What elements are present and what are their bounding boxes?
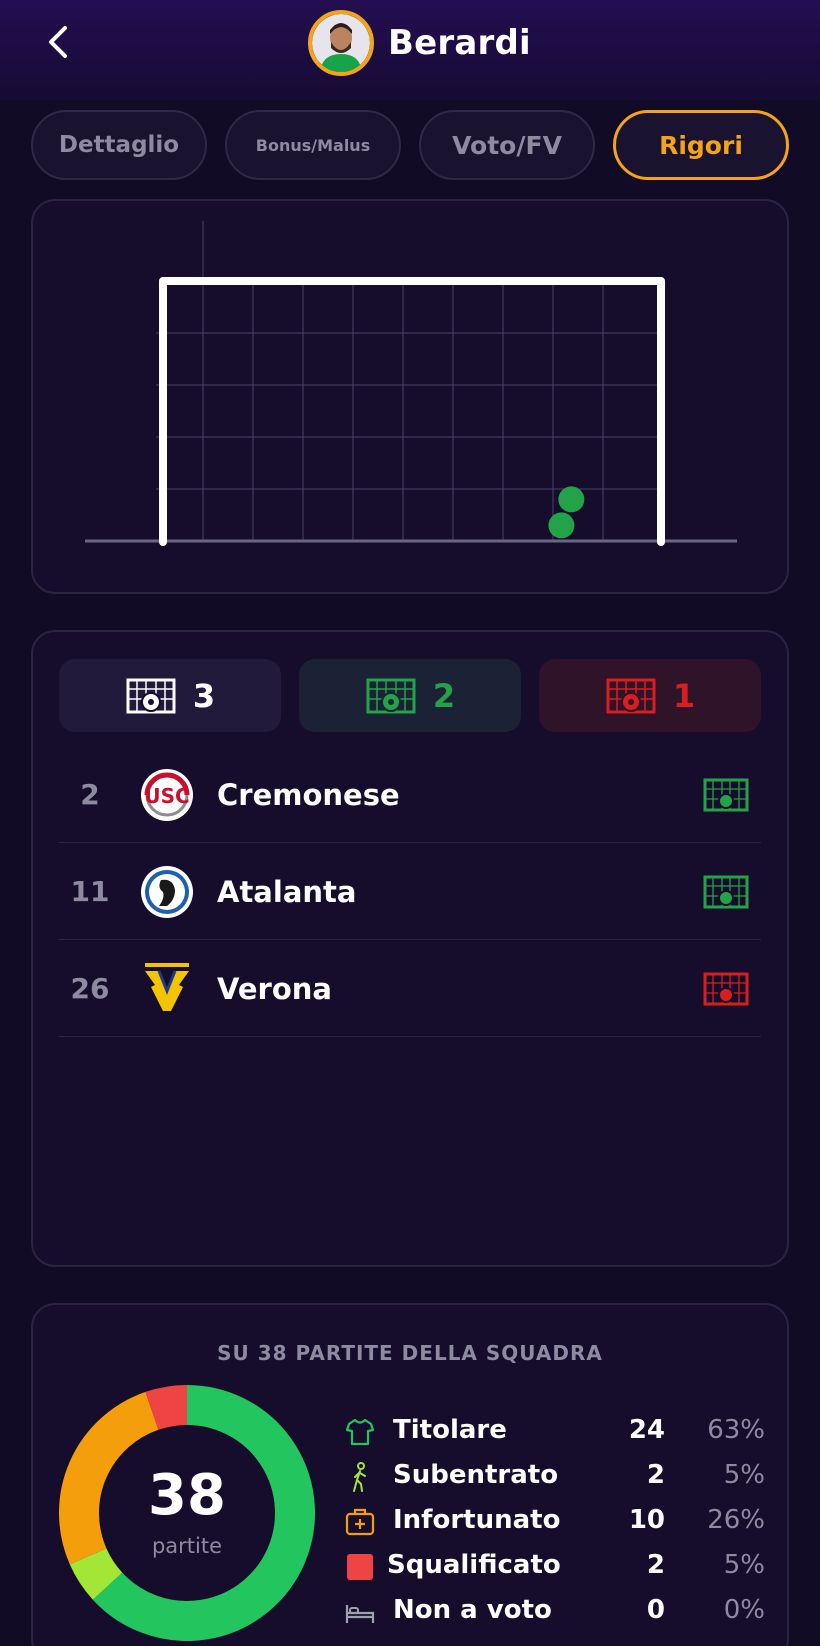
total-penalties-pill[interactable]: 3 [59,659,281,732]
legend-percent: 26% [707,1505,765,1535]
legend-row-titolare[interactable]: Titolare 24 63% [345,1409,765,1453]
penalties-card: 3 2 1 2 USC Cremonese 11 Atalanta 26 Ver… [31,630,789,1267]
legend-percent: 0% [723,1595,765,1625]
medkit-icon [345,1508,375,1536]
shirt-icon [345,1418,375,1446]
tab-dettaglio[interactable]: Dettaglio [31,110,207,180]
team-name: Atalanta [217,874,357,909]
legend-count: 2 [646,1460,665,1490]
verona-logo-icon [145,963,189,1011]
title-group: Berardi [308,10,531,76]
team-name: Cremonese [217,777,400,812]
bed-icon [345,1605,375,1623]
cremonese-logo-icon: USC [141,769,193,821]
tab-rigori[interactable]: Rigori [613,110,789,180]
penalty-shot-marker [548,512,575,539]
squad-summary-title: SU 38 PARTITE DELLA SQUADRA [217,1341,603,1365]
tab-bonus-malus[interactable]: Bonus/Malus [225,110,401,180]
penalty-row[interactable]: 2 USC Cremonese [59,746,761,843]
tab-bar: Dettaglio Bonus/Malus Voto/FV Rigori [31,110,789,180]
missed-penalties-pill[interactable]: 1 [539,659,761,732]
svg-text:USC: USC [144,784,189,808]
page-title: Berardi [388,23,531,63]
legend-percent: 63% [707,1415,765,1445]
legend-count: 0 [646,1595,665,1625]
header: Berardi [0,0,820,100]
red-card-icon [347,1554,373,1580]
goal-scored-icon [703,778,749,812]
total-penalties-count: 3 [192,676,216,715]
walking-icon [353,1462,366,1492]
matchday-number: 11 [70,875,110,908]
legend-label: Non a voto [393,1595,552,1625]
team-name: Verona [217,971,332,1006]
penalty-row[interactable]: 11 Atalanta [59,843,761,940]
goal-scored-icon [703,875,749,909]
legend-label: Squalificato [387,1550,561,1580]
legend-row-subentrato[interactable]: Subentrato 2 5% [345,1454,765,1498]
legend-percent: 5% [723,1550,765,1580]
legend-count: 24 [628,1415,665,1445]
goal-missed-icon [703,972,749,1006]
penalty-shot-marker [558,486,585,513]
penalty-map-card [31,199,789,594]
scored-penalties-pill[interactable]: 2 [299,659,521,732]
total-matches-label: partite [151,1534,223,1558]
scored-penalties-count: 2 [432,676,456,715]
legend-label: Titolare [393,1415,507,1445]
legend-row-non-a-voto[interactable]: Non a voto 0 0% [345,1589,765,1633]
legend-count: 10 [628,1505,665,1535]
total-matches: 38 [148,1463,226,1528]
legend-percent: 5% [723,1460,765,1490]
legend-count: 2 [646,1550,665,1580]
avatar[interactable] [308,10,374,76]
matchday-number: 26 [70,972,110,1005]
goal-net-icon [126,678,176,713]
legend-row-squalificato[interactable]: Squalificato 2 5% [345,1544,765,1588]
missed-penalties-count: 1 [672,676,696,715]
legend-label: Infortunato [393,1505,561,1535]
legend-row-infortunato[interactable]: Infortunato 10 26% [345,1499,765,1543]
goal-diagram [85,221,737,546]
matchday-number: 2 [80,778,100,811]
chevron-left-icon [49,26,67,58]
player-avatar-icon [312,14,370,72]
squad-summary-card: SU 38 PARTITE DELLA SQUADRA 38 partite T… [31,1303,789,1646]
tab-voto-fv[interactable]: Voto/FV [419,110,595,180]
penalty-row[interactable]: 26 Verona [59,940,761,1037]
donut-center: 38 partite [59,1385,315,1641]
atalanta-logo-icon [141,866,193,918]
goal-scored-icon [366,678,416,713]
back-button[interactable] [36,20,80,64]
legend-label: Subentrato [393,1460,559,1490]
goal-missed-icon [606,678,656,713]
